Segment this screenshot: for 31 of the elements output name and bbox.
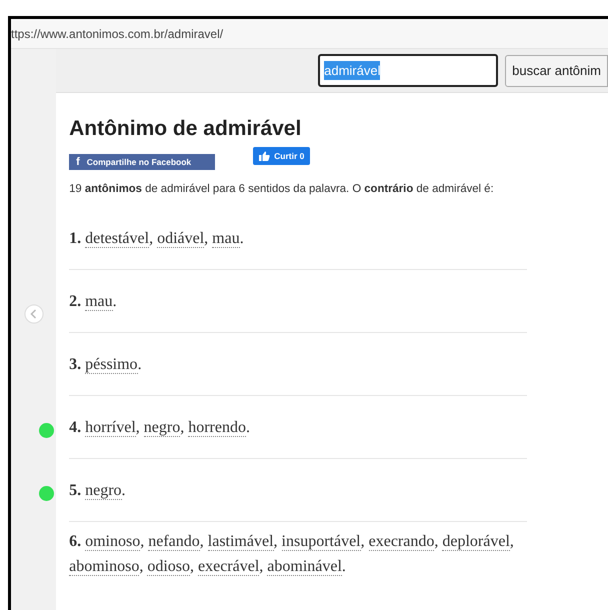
antonym-link[interactable]: péssimo [85,356,138,374]
antonym-sense: 5. negro. [69,480,127,502]
antonym-link[interactable]: detestável [85,230,150,248]
antonym-link[interactable]: negro [85,482,122,500]
thumbs-up-icon [259,151,270,161]
facebook-share-button[interactable]: f Compartilhe no Facebook [69,154,216,170]
page-title: Antônimo de admirável [69,116,302,142]
antonym-link[interactable]: execrando [368,532,434,550]
antonym-sense: 6. ominoso, nefando, lastimável, insuportável, execrando, deplorável, abominoso, odioso, execrável, abominável. [69,532,515,578]
antonym-link[interactable]: mau [212,230,240,248]
antonym-link[interactable]: mau [85,292,113,310]
antonym-link[interactable]: odioso [147,558,190,576]
intro-text: 19 antônimos de admirável para 6 sentidos da palavra. O contrário de admirável é: [69,183,495,195]
antonym-link[interactable]: horrível [85,418,136,436]
antonym-sense: 3. péssimo. [69,354,143,376]
antonym-link[interactable]: odiável [157,230,204,248]
antonym-sense: 2. mau. [69,292,118,312]
like-button[interactable]: Curtir 0 [253,147,310,165]
antonym-sense: 4. horrível, negro, horrendo. [69,418,251,438]
antonym-link[interactable]: negro [144,418,180,436]
antonym-link[interactable]: insuportável [282,532,361,550]
antonym-link[interactable]: abominável [267,558,342,576]
antonym-link[interactable]: lastimável [208,532,274,550]
antonym-link[interactable]: abominoso [69,558,140,576]
antonym-link[interactable]: horrendo [188,418,246,436]
antonym-link[interactable]: deplorável [442,532,510,550]
antonym-link[interactable]: ominoso [85,532,140,550]
antonym-link[interactable]: execrável [198,558,260,576]
antonym-sense: 1. detestável, odiável, mau. [69,228,245,250]
search-button[interactable]: buscar antônim [505,54,608,86]
antonym-link[interactable]: nefando [148,532,200,550]
